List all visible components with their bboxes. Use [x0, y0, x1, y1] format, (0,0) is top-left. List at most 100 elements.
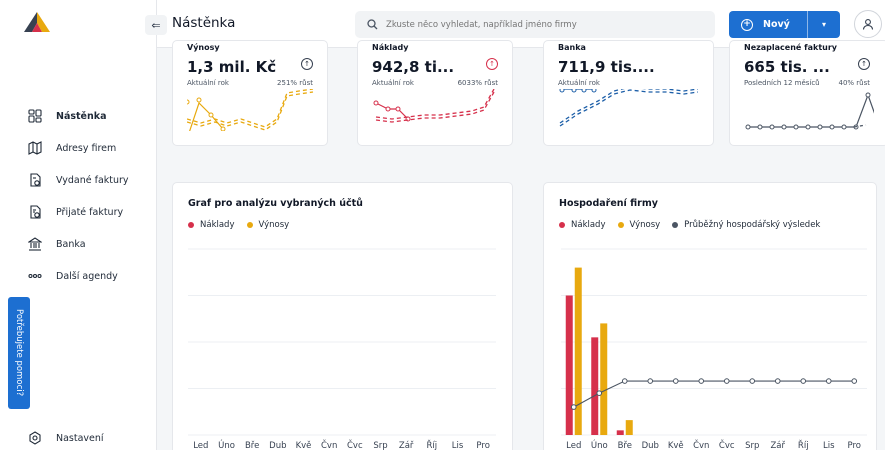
search-input[interactable]: [386, 19, 706, 30]
page-title: Nástěnka: [172, 15, 236, 31]
line-point: [698, 378, 705, 384]
x-tick-label: Úno: [218, 439, 235, 450]
line-point: [723, 378, 730, 384]
more-icon: [28, 269, 42, 283]
kpi-growth: 6033% růst: [457, 79, 498, 87]
x-tick-label: Čvc: [719, 439, 735, 450]
x-tick-label: Úno: [591, 439, 608, 450]
dashboard-icon: [28, 109, 42, 123]
bar-náklady: [565, 295, 573, 435]
sidebar-item-label: Adresy firem: [56, 142, 117, 154]
x-tick-label: Srp: [373, 441, 387, 450]
sidebar-item-label: Banka: [56, 238, 86, 250]
kpi-sparkline: [745, 92, 874, 130]
kpi-label: Náklady: [372, 43, 409, 52]
kpi-sparkline: [559, 89, 698, 127]
invoice-out-icon: [28, 173, 42, 187]
help-label: Potřebujete pomoci?: [14, 309, 24, 397]
x-tick-label: Pro: [476, 441, 490, 450]
search-icon: [367, 15, 378, 34]
new-dropdown-button[interactable]: ▾: [807, 11, 840, 38]
user-icon: [862, 19, 874, 30]
x-tick-label: Led: [566, 441, 581, 450]
line-point: [749, 378, 756, 384]
kpi-growth: 40% růst: [838, 79, 871, 87]
line-point: [800, 378, 807, 384]
x-tick-label: Pro: [848, 441, 862, 450]
sidebar-item-label: Vydané faktury: [56, 174, 129, 186]
kpi-card-vynosy[interactable]: Výnosy 1,3 mil. Kč ↑ Aktuální rok 251% r…: [172, 40, 328, 146]
kpi-value: 665 tis. ...: [744, 58, 830, 76]
invoice-in-icon: [28, 205, 42, 219]
kpi-label: Nezaplacené faktury: [744, 43, 837, 52]
sidebar-item-banka[interactable]: Banka: [0, 228, 157, 260]
kpi-value: 942,8 ti...: [372, 58, 455, 76]
new-button-label: Nový: [763, 19, 790, 30]
series-line: [573, 380, 855, 408]
x-tick-label: Kvě: [668, 441, 684, 450]
chart-card-hospodareni: Hospodaření firmy Náklady Výnosy Průběžn…: [543, 182, 877, 450]
map-icon: [28, 141, 42, 155]
x-tick-label: Led: [193, 441, 208, 450]
plus-icon: +: [741, 18, 753, 31]
kpi-value: 711,9 tis....: [558, 58, 655, 76]
arrow-up-circle-icon: ↑: [301, 58, 313, 70]
search-box[interactable]: [355, 11, 715, 38]
kpi-growth: 251% růst: [277, 79, 313, 87]
kpi-label: Výnosy: [187, 43, 220, 52]
x-tick-label: Čvn: [693, 439, 709, 450]
x-tick-label: Bře: [245, 441, 259, 450]
x-tick-label: Lis: [823, 441, 835, 450]
logo-icon[interactable]: [24, 12, 50, 32]
x-tick-label: Zář: [399, 441, 414, 450]
sidebar-nav: Nástěnka Adresy firem Vydané faktury Při…: [0, 100, 157, 292]
accounts-chart: Led Úno Bře Dub Kvě Čvn Čvc Srp Zář Říj Lis Pro: [188, 248, 496, 450]
arrow-up-circle-icon: ↑: [486, 58, 498, 70]
bar-výnosy: [574, 267, 582, 435]
kpi-sub: Aktuální rok: [187, 79, 229, 87]
gear-icon: [28, 431, 42, 445]
x-tick-label: Říj: [798, 440, 809, 450]
line-point: [621, 378, 628, 384]
sidebar-item-nastaveni[interactable]: Nastavení: [0, 422, 157, 450]
sidebar-item-nastenka[interactable]: Nástěnka: [0, 100, 157, 132]
arrow-left-icon: ⇐: [151, 18, 161, 32]
kpi-card-banka[interactable]: Banka 711,9 tis.... Aktuální rok: [543, 40, 714, 146]
chevron-down-icon: ▾: [821, 20, 826, 29]
sidebar-item-vydane[interactable]: Vydané faktury: [0, 164, 157, 196]
line-point: [647, 378, 654, 384]
bar-náklady: [616, 430, 624, 435]
x-tick-label: Čvn: [321, 439, 337, 450]
user-avatar[interactable]: [854, 10, 882, 38]
x-tick-label: Srp: [745, 441, 759, 450]
line-point: [851, 378, 858, 384]
kpi-value: 1,3 mil. Kč: [187, 58, 277, 76]
sidebar-item-dalsi[interactable]: Další agendy: [0, 260, 157, 292]
x-tick-label: Dub: [642, 441, 659, 450]
line-point: [774, 378, 781, 384]
line-point: [570, 404, 577, 410]
x-tick-label: Zář: [770, 441, 785, 450]
sidebar-item-label: Další agendy: [56, 270, 118, 282]
new-button-group: + Nový ▾: [729, 11, 840, 38]
bank-icon: [28, 237, 42, 251]
x-tick-label: Dub: [269, 441, 286, 450]
kpi-label: Banka: [558, 43, 586, 52]
help-button[interactable]: Potřebujete pomoci?: [8, 297, 30, 409]
sidebar-item-label: Nastavení: [56, 432, 104, 444]
sidebar-item-prijate[interactable]: Přijaté faktury: [0, 196, 157, 228]
sidebar-item-adresy[interactable]: Adresy firem: [0, 132, 157, 164]
kpi-card-naklady[interactable]: Náklady 942,8 ti... ↑ Aktuální rok 6033%…: [357, 40, 513, 146]
x-tick-label: Lis: [452, 441, 464, 450]
collapse-sidebar-button[interactable]: ⇐: [145, 15, 167, 35]
kpi-card-nezaplacene[interactable]: Nezaplacené faktury 665 tis. ... ↑ Posle…: [729, 40, 885, 146]
x-tick-label: Kvě: [296, 441, 312, 450]
new-button[interactable]: + Nový: [729, 11, 807, 38]
kpi-sub: Posledních 12 měsíců: [744, 79, 820, 87]
chart-card-accounts: Graf pro analýzu vybraných účtů Náklady …: [172, 182, 513, 450]
arrow-up-circle-icon: ↑: [858, 58, 870, 70]
x-tick-label: Bře: [618, 441, 632, 450]
bar-výnosy: [600, 323, 608, 435]
line-point: [672, 378, 679, 384]
kpi-sparkline: [187, 89, 314, 131]
